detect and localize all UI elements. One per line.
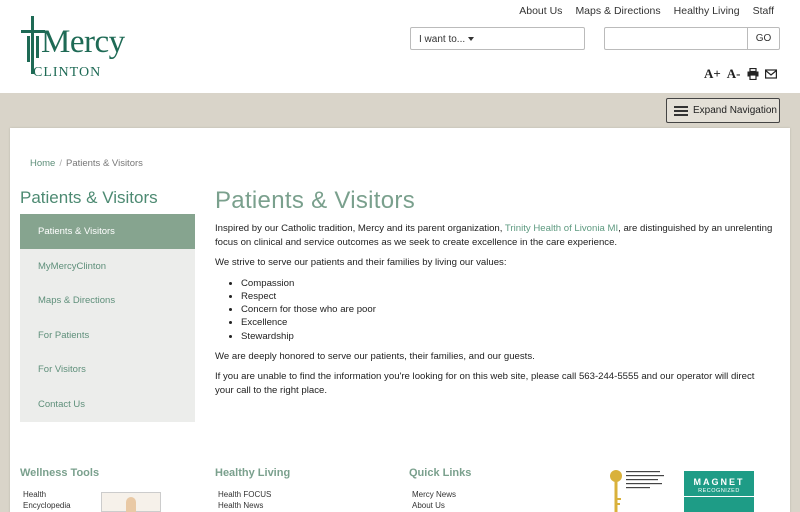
values-intro: We strive to serve our patients and thei… [215,257,507,268]
email-icon[interactable] [764,68,777,80]
top-link-maps-directions[interactable]: Maps & Directions [575,5,660,17]
hamburger-icon [674,106,688,116]
sidebar-item-for-patients[interactable]: For Patients [20,318,195,353]
encyclopedia-thumbnail[interactable] [101,492,161,512]
logo-subtitle: CLINTON [33,65,102,80]
search-input[interactable] [604,27,748,50]
value-item: Excellence [241,316,775,329]
text-decrease-button[interactable]: A- [727,66,741,82]
joint-commission-award-icon [610,470,664,512]
honored-paragraph: We are deeply honored to serve our patie… [215,350,535,362]
i-want-to-label: I want to... [419,34,466,45]
footer-link-health-encyclopedia[interactable]: Health Encyclopedia [23,489,71,511]
magnet-divider [684,496,754,497]
utility-nav: About Us Maps & Directions Healthy Livin… [519,5,774,17]
value-item: Concern for those who are poor [241,303,775,316]
value-item: Stewardship [241,330,775,343]
intro-text-before: Inspired by our Catholic tradition, Merc… [215,223,505,234]
sidebar-item-for-visitors[interactable]: For Visitors [20,352,195,387]
footer-link-line: Encyclopedia [23,501,71,510]
sidebar-item-contact-us[interactable]: Contact Us [20,387,195,422]
footer-link-about-us[interactable]: About Us [412,500,445,511]
footer-healthy-living-title: Healthy Living [215,467,291,479]
print-icon[interactable] [747,68,759,80]
magnet-subtitle: RECOGNIZED [698,488,740,494]
page-tools: A+ A- [704,66,777,82]
page-title: Patients & Visitors [215,187,416,214]
sidebar-nav: Patients & Visitors MyMercyClinton Maps … [20,214,195,422]
breadcrumb-home[interactable]: Home [30,158,55,169]
trinity-health-link[interactable]: Trinity Health of Livonia MI [505,223,618,234]
caret-down-icon [468,37,475,42]
expand-navigation-button[interactable]: Expand Navigation [666,98,780,123]
footer-wellness-title: Wellness Tools [20,467,100,479]
top-link-about-us[interactable]: About Us [519,5,562,17]
footer-link-health-news[interactable]: Health News [218,500,263,511]
i-want-to-dropdown[interactable]: I want to... [410,27,585,50]
breadcrumb-current: Patients & Visitors [65,158,143,169]
magnet-title: MAGNET [693,477,745,487]
expand-navigation-label: Expand Navigation [693,105,777,116]
logo-word: Mercy [41,24,125,60]
sidebar-item-mymercyclinton[interactable]: MyMercyClinton [20,249,195,284]
value-item: Compassion [241,277,775,290]
sidebar-title: Patients & Visitors [20,188,158,207]
go-button[interactable]: GO [747,27,780,50]
sidebar-item-patients-visitors[interactable]: Patients & Visitors [20,214,195,249]
sidebar-item-maps-directions[interactable]: Maps & Directions [20,283,195,318]
breadcrumb: Home / Patients & Visitors [30,158,143,169]
values-list: Compassion Respect Concern for those who… [241,277,775,343]
footer-quick-links-title: Quick Links [409,467,472,479]
site-header: Mercy CLINTON About Us Maps & Directions… [0,0,800,93]
intro-paragraph: Inspired by our Catholic tradition, Merc… [215,222,775,249]
footer-link-mercy-news[interactable]: Mercy News [412,489,456,500]
contact-paragraph: If you are unable to find the informatio… [215,371,755,396]
mercy-clinton-logo[interactable]: Mercy CLINTON [19,16,129,82]
breadcrumb-separator: / [59,158,62,169]
top-link-healthy-living[interactable]: Healthy Living [674,5,740,17]
footer-link-health-focus[interactable]: Health FOCUS [218,489,271,500]
magnet-recognized-badge: MAGNET RECOGNIZED [684,471,754,512]
value-item: Respect [241,290,775,303]
top-link-staff[interactable]: Staff [753,5,774,17]
footer-link-line: Health [23,490,47,499]
main-content: Patients & Visitors Inspired by our Cath… [215,186,775,404]
text-increase-button[interactable]: A+ [704,66,721,82]
